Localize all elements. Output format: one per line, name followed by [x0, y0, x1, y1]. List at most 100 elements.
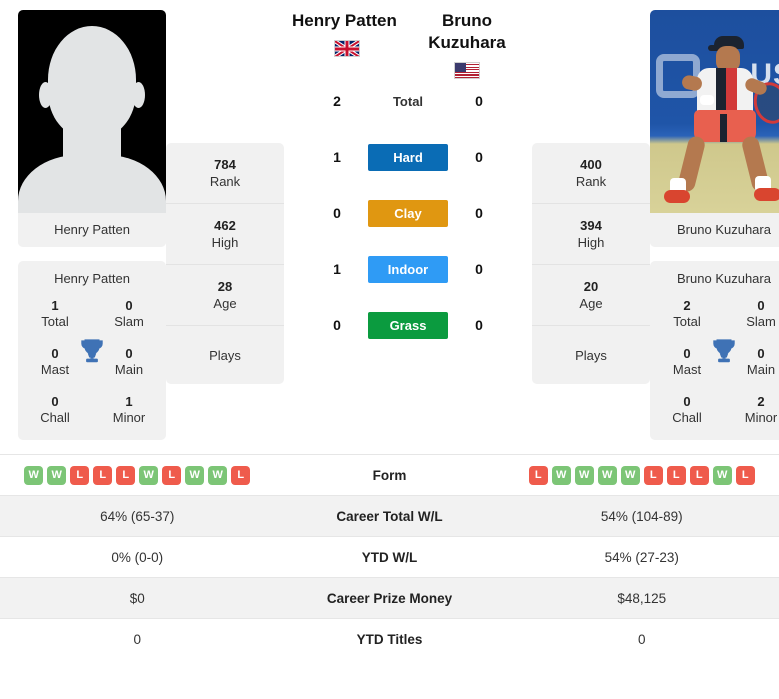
right-age-label: Age: [579, 295, 603, 311]
left-titles-slam-label: Slam: [114, 314, 144, 329]
right-total-wins: 0: [475, 93, 483, 109]
left-titles-total: 1 Total: [18, 292, 92, 332]
left-plays-label: Plays: [209, 347, 241, 363]
form-badge-l[interactable]: L: [231, 465, 251, 485]
form-badge-w[interactable]: W: [185, 465, 205, 485]
left-player-stat-card: 784 Rank 462 High 28 Age Plays: [166, 143, 284, 384]
right-career-total-wl: 54% (104-89): [600, 508, 683, 524]
row-label-ytd-wl: YTD W/L: [361, 549, 418, 565]
right-titles-minor: 2 Minor: [724, 388, 779, 428]
right-form-cell: LWWWWLLLWL: [505, 465, 779, 485]
right-titles-player-name: Bruno Kuzuhara: [677, 271, 771, 286]
player-names-row: Henry Patten Bruno Kuzuhara: [290, 10, 526, 79]
us-flag-icon: [454, 62, 480, 79]
right-form-strip: LWWWWLLLWL: [505, 465, 779, 485]
form-badge-l[interactable]: L: [735, 465, 755, 485]
left-titles-slam: 0 Slam: [92, 292, 166, 332]
left-age-label: Age: [213, 295, 237, 311]
form-badge-l[interactable]: L: [689, 465, 709, 485]
row-label-form: Form: [372, 467, 407, 483]
table-row-form: WWLLLWLWWL Form LWWWWLLLWL: [0, 454, 779, 495]
left-career-prize-money: $0: [129, 590, 145, 606]
right-titles-minor-value: 2: [757, 394, 765, 409]
form-badge-w[interactable]: W: [208, 465, 228, 485]
right-hard-wins: 0: [475, 149, 483, 165]
left-player-photo-card[interactable]: Henry Patten: [18, 10, 166, 247]
form-badge-w[interactable]: W: [712, 465, 732, 485]
trophy-icon: [81, 338, 103, 362]
left-career-total-wl: 64% (65-37): [100, 508, 175, 524]
left-hard-wins: 1: [333, 149, 341, 165]
surface-row-clay: 0 Clay 0: [290, 199, 526, 227]
right-player-titles-card: Bruno Kuzuhara 2 Total 0 Slam 0 Mast 0 M…: [650, 261, 779, 440]
form-badge-l[interactable]: L: [643, 465, 663, 485]
right-stat-age: 20 Age: [532, 265, 650, 326]
table-row-career-prize-money: $0 Career Prize Money $48,125: [0, 577, 779, 618]
left-titles-chall-label: Chall: [40, 410, 70, 425]
form-badge-l[interactable]: L: [666, 465, 686, 485]
left-total-wins: 2: [333, 93, 341, 109]
form-badge-l[interactable]: L: [93, 465, 113, 485]
table-row-ytd-wl: 0% (0-0) YTD W/L 54% (27-23): [0, 536, 779, 577]
left-titles-minor-label: Minor: [112, 410, 146, 425]
surface-badge-clay[interactable]: Clay: [368, 199, 448, 227]
left-stat-high: 462 High: [166, 204, 284, 265]
form-badge-w[interactable]: W: [24, 465, 44, 485]
left-indoor-wins: 1: [333, 261, 341, 277]
surface-badge-hard[interactable]: Hard: [368, 143, 448, 171]
right-player-stat-column: 400 Rank 394 High 20 Age Plays: [532, 143, 650, 384]
right-player-photo-card[interactable]: US Bruno Kuzuhara: [650, 10, 779, 247]
comparison-stats-table: WWLLLWLWWL Form LWWWWLLLWL 64% (65-37) C…: [0, 454, 779, 659]
form-badge-w[interactable]: W: [47, 465, 67, 485]
right-titles-slam: 0 Slam: [724, 292, 779, 332]
right-titles-chall-label: Chall: [672, 410, 702, 425]
trophy-icon: [713, 338, 735, 362]
form-badge-l[interactable]: L: [116, 465, 136, 485]
surface-badge-indoor[interactable]: Indoor: [368, 255, 448, 283]
form-badge-w[interactable]: W: [597, 465, 617, 485]
right-titles-chall-value: 0: [683, 394, 691, 409]
form-badge-w[interactable]: W: [139, 465, 159, 485]
right-player-column: US Bruno Kuzuhara: [650, 10, 779, 440]
left-ytd-wl: 0% (0-0): [111, 549, 164, 565]
form-badge-l[interactable]: L: [528, 465, 548, 485]
form-badge-w[interactable]: W: [551, 465, 571, 485]
surface-row-total: 2 Total 0: [290, 87, 526, 115]
row-label-career-total-wl: Career Total W/L: [336, 508, 443, 524]
center-comparison-column: Henry Patten Bruno Kuzuhara 2 Total 0 1 …: [284, 10, 532, 339]
left-high-value: 462: [214, 217, 236, 233]
right-player-photo: US: [650, 10, 779, 213]
left-player-titles-card: Henry Patten 1 Total 0 Slam 0 Mast 0 Mai…: [18, 261, 166, 440]
right-high-value: 394: [580, 217, 602, 233]
surface-breakdown: 2 Total 0 1 Hard 0 0 Clay 0 1 Indoor 0 0: [290, 87, 526, 339]
left-player-stat-column: 784 Rank 462 High 28 Age Plays: [166, 143, 284, 384]
left-rank-value: 784: [214, 156, 236, 172]
form-badge-w[interactable]: W: [620, 465, 640, 485]
surface-row-indoor: 1 Indoor 0: [290, 255, 526, 283]
right-rank-label: Rank: [575, 173, 607, 189]
form-badge-l[interactable]: L: [162, 465, 182, 485]
right-titles-total: 2 Total: [650, 292, 724, 332]
left-form-cell: WWLLLWLWWL: [0, 465, 275, 485]
left-ytd-titles: 0: [133, 631, 141, 647]
left-player-column: Henry Patten Henry Patten 1 Total 0 Slam…: [18, 10, 166, 440]
right-titles-slam-value: 0: [757, 298, 765, 313]
form-badge-l[interactable]: L: [70, 465, 90, 485]
table-row-ytd-titles: 0 YTD Titles 0: [0, 618, 779, 659]
right-stat-high: 394 High: [532, 204, 650, 265]
right-titles-minor-label: Minor: [744, 410, 778, 425]
right-titles-slam-label: Slam: [746, 314, 776, 329]
right-stat-plays: Plays: [532, 326, 650, 384]
form-badge-w[interactable]: W: [574, 465, 594, 485]
right-clay-wins: 0: [475, 205, 483, 221]
right-age-value: 20: [583, 278, 599, 294]
right-player-name-block: Bruno Kuzuhara: [408, 10, 526, 79]
row-label-ytd-titles: YTD Titles: [356, 631, 423, 647]
left-titles-minor-value: 1: [125, 394, 133, 409]
surface-badge-grass[interactable]: Grass: [368, 311, 448, 339]
right-plays-label: Plays: [575, 347, 607, 363]
left-titles-player-name: Henry Patten: [54, 271, 130, 286]
right-player-name: Bruno Kuzuhara: [428, 11, 506, 52]
right-ytd-titles: 0: [637, 631, 646, 647]
right-player-stat-card: 400 Rank 394 High 20 Age Plays: [532, 143, 650, 384]
